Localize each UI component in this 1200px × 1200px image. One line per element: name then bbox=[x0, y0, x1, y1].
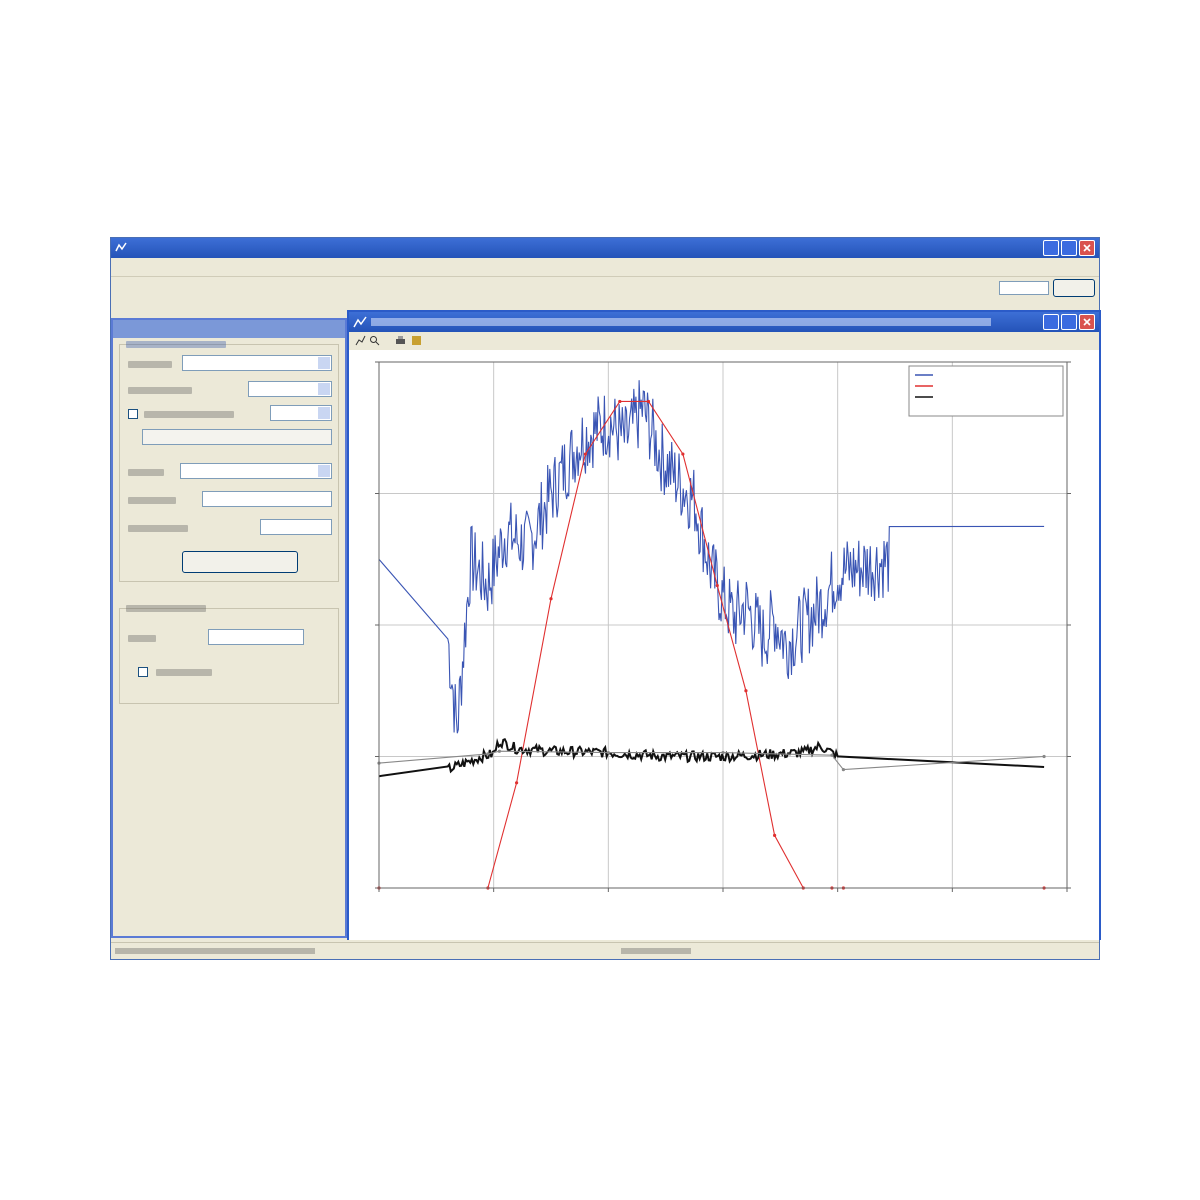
dropdown-3[interactable] bbox=[270, 405, 332, 421]
data-point bbox=[618, 399, 622, 404]
app-icon bbox=[115, 242, 127, 252]
chart-window bbox=[347, 310, 1101, 940]
settings-panel bbox=[111, 318, 347, 938]
group-legend bbox=[126, 341, 226, 348]
action-button[interactable] bbox=[182, 551, 298, 573]
stepper-field[interactable] bbox=[260, 519, 332, 535]
minimize-button[interactable] bbox=[1043, 240, 1059, 256]
panel-title bbox=[113, 320, 345, 338]
field-label bbox=[128, 525, 188, 532]
app-titlebar[interactable] bbox=[111, 238, 1099, 258]
field-label bbox=[128, 469, 164, 476]
data-point bbox=[830, 753, 834, 757]
dropdown-1[interactable] bbox=[182, 355, 332, 371]
data-point bbox=[583, 452, 587, 456]
data-point bbox=[773, 833, 777, 837]
chevron-down-icon[interactable] bbox=[318, 357, 330, 369]
data-point bbox=[549, 597, 553, 601]
main-window bbox=[110, 237, 1101, 960]
data-point bbox=[515, 781, 519, 785]
menu-bar bbox=[111, 258, 1099, 277]
close-icon bbox=[1083, 244, 1091, 252]
chart-close-button[interactable] bbox=[1079, 314, 1095, 330]
chart-background bbox=[349, 350, 1099, 940]
legend-box bbox=[908, 365, 1064, 417]
export-icon[interactable] bbox=[411, 335, 422, 346]
menu-item-1[interactable] bbox=[117, 261, 141, 269]
menu-item-2[interactable] bbox=[145, 261, 169, 269]
status-bar bbox=[111, 942, 1099, 959]
maximize-button[interactable] bbox=[1061, 240, 1077, 256]
data-point bbox=[606, 750, 610, 755]
options-group bbox=[119, 605, 339, 704]
chart-toolbar bbox=[349, 332, 1099, 351]
chart-icon[interactable] bbox=[355, 335, 366, 346]
toolbar-field[interactable] bbox=[999, 281, 1049, 295]
close-icon bbox=[1083, 318, 1091, 326]
chart-window-titlebar[interactable] bbox=[349, 312, 1099, 332]
data-point bbox=[486, 752, 490, 756]
disabled-field[interactable] bbox=[142, 429, 332, 445]
data-point bbox=[497, 749, 501, 753]
field-label bbox=[128, 387, 192, 394]
checkbox-label bbox=[156, 669, 212, 676]
checkbox-label bbox=[144, 411, 234, 418]
menu-item-3[interactable] bbox=[177, 261, 201, 269]
toolbar bbox=[111, 277, 1099, 299]
option-checkbox[interactable] bbox=[128, 409, 138, 419]
group-legend bbox=[126, 605, 206, 612]
menu-item-5[interactable] bbox=[253, 261, 277, 269]
chart-legend bbox=[908, 365, 1064, 417]
menu-item-4[interactable] bbox=[217, 261, 241, 269]
data-point bbox=[1042, 754, 1046, 759]
data-point bbox=[744, 689, 748, 693]
chevron-down-icon[interactable] bbox=[318, 465, 330, 477]
data-point bbox=[681, 452, 685, 456]
data-point bbox=[841, 768, 845, 772]
print-icon[interactable] bbox=[395, 335, 406, 346]
time-series-chart[interactable] bbox=[349, 350, 1099, 940]
close-button[interactable] bbox=[1079, 240, 1095, 256]
status-text-left bbox=[115, 948, 315, 954]
data-point bbox=[715, 583, 719, 588]
field-label bbox=[128, 497, 176, 504]
input-field-2[interactable] bbox=[208, 629, 304, 645]
chart-window-title bbox=[371, 318, 991, 326]
chart-minimize-button[interactable] bbox=[1043, 314, 1059, 330]
toolbar-button[interactable] bbox=[1053, 279, 1095, 297]
data-point bbox=[721, 750, 725, 755]
option-checkbox-2[interactable] bbox=[138, 667, 148, 677]
chart-maximize-button[interactable] bbox=[1061, 314, 1077, 330]
chart-window-icon bbox=[353, 316, 367, 328]
data-point bbox=[646, 399, 651, 404]
zoom-icon[interactable] bbox=[369, 335, 380, 346]
field-label bbox=[128, 635, 156, 642]
dropdown-4[interactable] bbox=[180, 463, 332, 479]
input-field-1[interactable] bbox=[202, 491, 332, 507]
settings-group bbox=[119, 341, 339, 582]
chevron-down-icon[interactable] bbox=[318, 383, 330, 395]
field-label bbox=[128, 361, 172, 368]
chevron-down-icon[interactable] bbox=[318, 407, 330, 419]
dropdown-2[interactable] bbox=[248, 381, 332, 397]
status-text-center bbox=[621, 948, 691, 954]
